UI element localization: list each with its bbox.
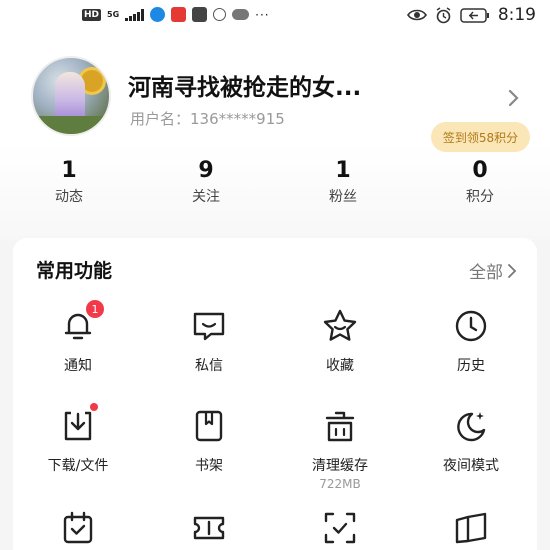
common-functions-card: 常用功能 全部 1 通知 私信 收藏 历史 下载/文件 书架 清理缓存 722M…	[13, 238, 537, 550]
stat-value: 9	[198, 158, 214, 183]
status-right: 8:19	[406, 5, 536, 25]
moon-icon	[457, 412, 486, 442]
function-messages[interactable]: 私信	[144, 306, 274, 375]
signal-icon	[125, 8, 145, 21]
stat-followers[interactable]: 1 粉丝	[288, 156, 398, 208]
function-label: 清理缓存	[312, 458, 368, 474]
stats-row: 1 动态 9 关注 1 粉丝 0 积分	[0, 156, 550, 216]
battery-icon	[460, 7, 489, 23]
signin-button[interactable]: 签到领58积分	[431, 122, 530, 152]
card-title: 常用功能	[36, 260, 113, 282]
stat-label: 关注	[192, 189, 220, 205]
ticket-icon	[193, 516, 225, 540]
trash-icon	[325, 411, 355, 442]
message-icon	[193, 312, 225, 341]
bookshelf-icon	[195, 410, 223, 442]
status-bar: HD 5G ··· 8:19	[0, 0, 550, 32]
hd-indicator: HD	[82, 8, 102, 21]
user-id-value: 136*****915	[190, 110, 285, 128]
network-type: 5G	[107, 9, 120, 19]
function-label: 书架	[195, 458, 223, 474]
function-label: 历史	[457, 358, 485, 374]
user-id-row: 用户名：136*****915	[130, 108, 285, 129]
book-icon	[455, 512, 487, 544]
stat-value: 1	[335, 158, 351, 183]
stat-posts[interactable]: 1 动态	[14, 156, 124, 208]
avatar-ground	[33, 116, 109, 134]
new-download-dot	[90, 403, 98, 411]
function-label: 收藏	[326, 358, 354, 374]
user-id-label: 用户名：	[130, 110, 191, 128]
calendar-check-icon	[63, 511, 93, 544]
avatar[interactable]	[31, 56, 111, 136]
stat-value: 0	[472, 158, 488, 183]
function-clear-cache[interactable]: 清理缓存 722MB	[275, 406, 405, 491]
download-icon	[64, 411, 92, 441]
stat-points[interactable]: 0 积分	[425, 156, 535, 208]
stat-label: 积分	[466, 189, 494, 205]
function-label: 下载/文件	[47, 458, 109, 474]
function-downloads[interactable]: 下载/文件	[13, 403, 143, 475]
settings-notification-icon	[213, 8, 227, 21]
alarm-icon	[436, 6, 451, 23]
more-notifications-icon: ···	[255, 7, 270, 22]
function-checkin[interactable]	[13, 508, 143, 548]
eye-comfort-icon	[406, 9, 427, 21]
view-all-button[interactable]: 全部	[469, 258, 517, 283]
app-notification-icon-2	[171, 7, 187, 22]
view-all-label: 全部	[469, 263, 503, 283]
stat-label: 动态	[55, 189, 83, 205]
star-icon	[323, 309, 357, 341]
status-left: HD 5G ···	[82, 7, 270, 22]
function-label: 夜间模式	[443, 458, 499, 474]
stat-value: 1	[61, 158, 77, 183]
username[interactable]: 河南寻找被抢走的女...	[128, 68, 361, 102]
stat-label: 粉丝	[329, 189, 357, 205]
function-bookshelf[interactable]: 书架	[144, 406, 274, 475]
function-history[interactable]: 历史	[406, 306, 536, 375]
function-label: 私信	[195, 358, 223, 374]
profile-chevron-right-icon[interactable]	[506, 88, 520, 108]
app-notification-icon-1	[150, 7, 166, 22]
function-scan[interactable]	[275, 508, 405, 548]
notification-badge: 1	[86, 300, 104, 318]
function-favorites[interactable]: 收藏	[275, 306, 405, 375]
function-tickets[interactable]	[144, 508, 274, 548]
function-night-mode[interactable]: 夜间模式	[406, 406, 536, 475]
cache-size: 722MB	[319, 477, 361, 491]
app-notification-icon-3	[192, 7, 208, 22]
function-label: 通知	[64, 358, 92, 374]
clock-icon	[455, 310, 487, 342]
function-notifications[interactable]: 1 通知	[13, 300, 143, 375]
function-reading[interactable]	[406, 508, 536, 548]
clock: 8:19	[497, 5, 536, 25]
scan-icon	[324, 512, 356, 544]
chevron-right-icon	[508, 263, 517, 278]
cloud-icon	[232, 9, 250, 20]
stat-following[interactable]: 9 关注	[151, 156, 261, 208]
